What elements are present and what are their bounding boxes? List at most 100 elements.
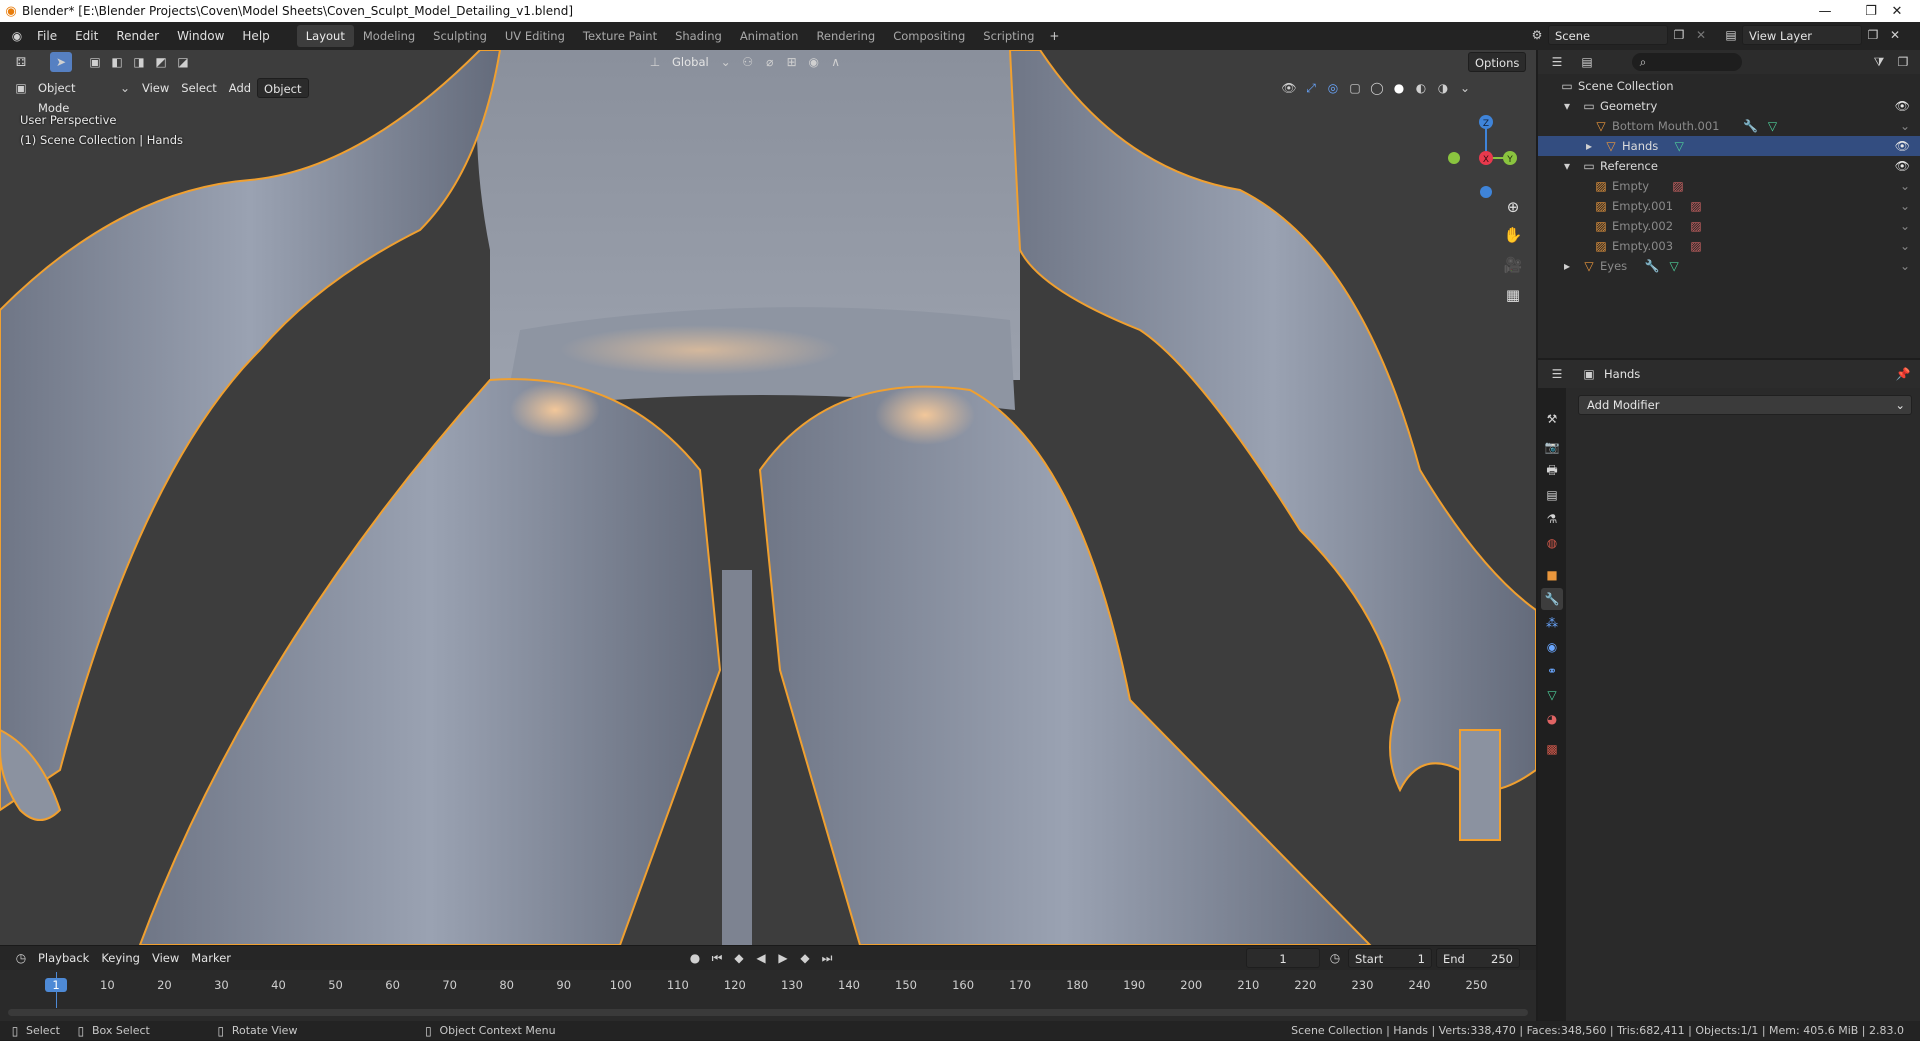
timeline-scrollbar[interactable] — [8, 1009, 1528, 1016]
outliner-row-empty[interactable]: ▨ Empty ▨ ⌄ — [1538, 176, 1920, 196]
eye-closed-icon[interactable]: ⌄ — [1900, 199, 1910, 213]
outliner-row-reference[interactable]: ▾ ▭ Reference 👁 — [1538, 156, 1920, 176]
tab-shading[interactable]: Shading — [666, 25, 731, 47]
menu-select[interactable]: Select — [175, 78, 222, 98]
blender-menu-icon[interactable]: ◉ — [6, 26, 28, 46]
material-tab-icon[interactable]: ◕ — [1541, 708, 1563, 730]
eye-closed-icon[interactable]: ⌄ — [1900, 119, 1910, 133]
new-scene-icon[interactable]: ❐ — [1668, 25, 1690, 45]
tool-tab-icon[interactable]: ⚒ — [1541, 408, 1563, 430]
mode-dropdown[interactable]: Object Mode — [32, 78, 114, 115]
remove-view-layer-icon[interactable]: ✕ — [1884, 25, 1906, 45]
outliner-row-bottom-mouth[interactable]: ▽ Bottom Mouth.001 🔧 ▽ ⌄ — [1538, 116, 1920, 136]
gizmo-neg-z-axis[interactable] — [1480, 186, 1492, 198]
editor-type-icon[interactable]: ⚃ — [10, 52, 32, 72]
outliner-row-empty-001[interactable]: ▨ Empty.001 ▨ ⌄ — [1538, 196, 1920, 216]
tab-sculpting[interactable]: Sculpting — [424, 25, 496, 47]
menu-timeline-view[interactable]: View — [146, 948, 185, 968]
tab-texture-paint[interactable]: Texture Paint — [574, 25, 666, 47]
solid-shading-icon[interactable]: ● — [1388, 78, 1410, 98]
timeline-editor-icon[interactable]: ◷ — [10, 948, 32, 968]
eye-icon[interactable]: 👁 — [1895, 99, 1910, 113]
eye-icon[interactable]: 👁 — [1895, 159, 1910, 173]
menu-marker[interactable]: Marker — [185, 948, 237, 968]
end-frame-field[interactable]: End 250 — [1436, 948, 1520, 968]
tab-modeling[interactable]: Modeling — [354, 25, 424, 47]
expand-icon[interactable]: ▸ — [1578, 136, 1600, 156]
pin-icon[interactable]: 📌 — [1892, 364, 1914, 384]
modifier-tab-icon[interactable]: 🔧 — [1541, 588, 1563, 610]
eye-closed-icon[interactable]: ⌄ — [1900, 219, 1910, 233]
select-invert-icon[interactable]: ◩ — [150, 52, 172, 72]
eye-icon[interactable]: 👁 — [1895, 139, 1910, 153]
start-frame-field[interactable]: Start 1 — [1348, 948, 1432, 968]
3d-viewport[interactable]: ⚃ ➤ ▣ ◧ ◨ ◩ ◪ ⊥ Global ⌄ ⚇ ⌀ ⊞ ◉ ∧ Optio… — [0, 50, 1536, 945]
eye-closed-icon[interactable]: ⌄ — [1900, 259, 1910, 273]
overlay-toggle-icon[interactable]: ◎ — [1322, 78, 1344, 98]
menu-playback[interactable]: Playback — [32, 948, 95, 968]
outliner-editor-icon[interactable]: ☰ — [1546, 52, 1568, 72]
outliner-row-empty-003[interactable]: ▨ Empty.003 ▨ ⌄ — [1538, 236, 1920, 256]
constraints-tab-icon[interactable]: ⚭ — [1541, 660, 1563, 682]
tab-rendering[interactable]: Rendering — [807, 25, 884, 47]
texture-tab-icon[interactable]: ▩ — [1541, 738, 1563, 760]
jump-start-icon[interactable]: ⏮ — [706, 948, 728, 968]
add-workspace-icon[interactable]: + — [1043, 26, 1065, 46]
tab-scripting[interactable]: Scripting — [974, 25, 1043, 47]
select-box-mode-icon[interactable]: ▣ — [84, 52, 106, 72]
properties-editor-icon[interactable]: ☰ — [1546, 364, 1568, 384]
camera-view-icon[interactable]: 🎥 — [1500, 252, 1526, 278]
tab-animation[interactable]: Animation — [731, 25, 808, 47]
menu-add[interactable]: Add — [223, 78, 257, 98]
xray-toggle-icon[interactable]: ▢ — [1344, 78, 1366, 98]
snap-icon[interactable]: ⌀ — [759, 52, 781, 72]
expand-icon[interactable]: ▾ — [1556, 96, 1578, 116]
outliner-row-empty-002[interactable]: ▨ Empty.002 ▨ ⌄ — [1538, 216, 1920, 236]
menu-help[interactable]: Help — [233, 25, 278, 47]
particles-tab-icon[interactable]: ⁂ — [1541, 612, 1563, 634]
record-icon[interactable]: ● — [684, 948, 706, 968]
outliner-row-hands[interactable]: ▸ ▽ Hands ▽ 👁 — [1538, 136, 1920, 156]
menu-edit[interactable]: Edit — [66, 25, 107, 47]
outliner-row-geometry[interactable]: ▾ ▭ Geometry 👁 — [1538, 96, 1920, 116]
rendered-shading-icon[interactable]: ◑ — [1432, 78, 1454, 98]
select-subtract-icon[interactable]: ◨ — [128, 52, 150, 72]
visibility-icon[interactable]: 👁 — [1278, 78, 1300, 98]
transform-orientation-dropdown[interactable]: Global — [666, 52, 715, 72]
select-tool-icon[interactable]: ➤ — [50, 52, 72, 72]
prev-keyframe-icon[interactable]: ◆ — [728, 948, 750, 968]
play-reverse-icon[interactable]: ◀ — [750, 948, 772, 968]
filter-icon[interactable]: ⧩ — [1868, 52, 1890, 72]
outliner-row-eyes[interactable]: ▸ ▽ Eyes 🔧 ▽ ⌄ — [1538, 256, 1920, 276]
select-extend-icon[interactable]: ◧ — [106, 52, 128, 72]
close-button[interactable]: ✕ — [1874, 0, 1920, 22]
tab-compositing[interactable]: Compositing — [884, 25, 974, 47]
zoom-icon[interactable]: ⊕ — [1500, 194, 1526, 220]
minimize-button[interactable]: — — [1802, 0, 1848, 22]
jump-end-icon[interactable]: ⏭ — [816, 948, 838, 968]
outliner-search-input[interactable]: ⌕ — [1632, 53, 1742, 71]
view-layer-selector[interactable]: View Layer — [1742, 25, 1862, 45]
next-keyframe-icon[interactable]: ◆ — [794, 948, 816, 968]
object-tab-icon[interactable]: ■ — [1541, 564, 1563, 586]
pivot-point-icon[interactable]: ⚇ — [737, 52, 759, 72]
wireframe-shading-icon[interactable]: ◯ — [1366, 78, 1388, 98]
ortho-grid-icon[interactable]: ▦ — [1500, 282, 1526, 308]
play-icon[interactable]: ▶ — [772, 948, 794, 968]
expand-icon[interactable]: ▸ — [1556, 256, 1578, 276]
options-dropdown[interactable]: Options — [1468, 52, 1527, 72]
gizmo-neg-y-axis[interactable] — [1448, 152, 1460, 164]
view-layer-tab-icon[interactable]: ▤ — [1541, 484, 1563, 506]
add-modifier-dropdown[interactable]: Add Modifier ⌄ — [1578, 395, 1912, 415]
outliner-row-scene-collection[interactable]: ▭ Scene Collection — [1538, 76, 1920, 96]
render-tab-icon[interactable]: 📷 — [1541, 436, 1563, 458]
scene-tab-icon[interactable]: ⚗ — [1541, 508, 1563, 530]
eye-closed-icon[interactable]: ⌄ — [1900, 179, 1910, 193]
new-view-layer-icon[interactable]: ❐ — [1862, 25, 1884, 45]
physics-tab-icon[interactable]: ◉ — [1541, 636, 1563, 658]
shading-options-icon[interactable]: ⌄ — [1454, 78, 1476, 98]
tab-layout[interactable]: Layout — [296, 25, 354, 47]
data-tab-icon[interactable]: ▽ — [1541, 684, 1563, 706]
output-tab-icon[interactable]: 🖶 — [1541, 460, 1563, 482]
material-shading-icon[interactable]: ◐ — [1410, 78, 1432, 98]
